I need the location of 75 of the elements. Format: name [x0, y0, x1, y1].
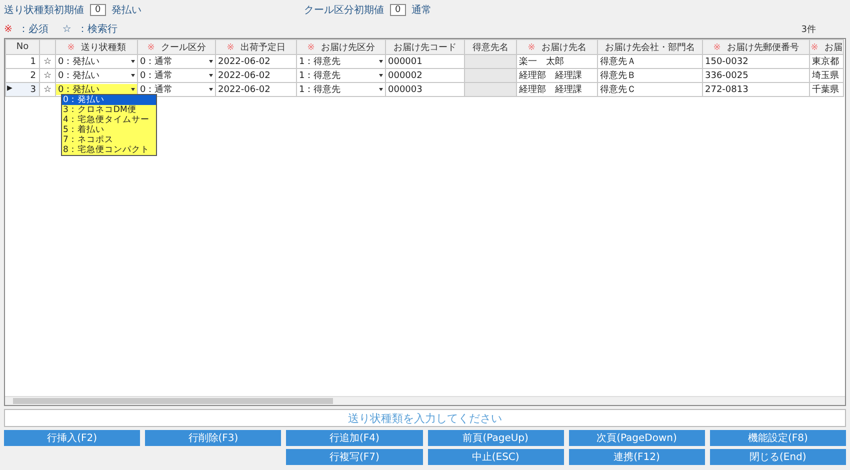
- required-mark: ※: [226, 42, 234, 52]
- dropdown-field[interactable]: 1：得意先: [297, 70, 385, 81]
- table-cell: 2022-06-02: [216, 54, 296, 68]
- dropdown-option[interactable]: 8：宅急便コンパクト: [62, 145, 156, 155]
- required-mark: ※: [713, 42, 721, 52]
- table-cell: 000001: [386, 54, 464, 68]
- legend-mark: ☆: [62, 24, 72, 35]
- dropdown-field[interactable]: 0：通常: [138, 84, 215, 95]
- table-cell: 経理部 経理課: [516, 68, 598, 82]
- table-cell: 000002: [386, 68, 464, 82]
- dropdown-arrow-icon: [379, 60, 383, 63]
- dropdown-option[interactable]: 5：着払い: [62, 125, 156, 135]
- column-header: お届: [824, 42, 842, 52]
- dropdown-field[interactable]: 0：通常: [138, 70, 215, 81]
- required-mark: ※: [307, 42, 315, 52]
- dropdown-field[interactable]: 0：発払い: [56, 84, 137, 95]
- required-mark: ※: [810, 42, 818, 52]
- dropdown-arrow-icon: [379, 88, 383, 91]
- dropdown-option[interactable]: 0：発払い: [62, 95, 156, 105]
- column-header: お届け先区分: [320, 42, 375, 52]
- dropdown-arrow-icon: [209, 74, 213, 77]
- legend-text: ：必須: [18, 24, 48, 35]
- table-cell: 楽一 太郎: [516, 54, 598, 68]
- table-cell: 2022-06-02: [216, 82, 296, 96]
- dropdown-field[interactable]: 0：発払い: [56, 56, 137, 67]
- dropdown-arrow-icon: [209, 60, 213, 63]
- dropdown-field[interactable]: 1：得意先: [297, 84, 385, 95]
- column-header: 送り状種類: [80, 42, 126, 52]
- setting-value: 発払い: [112, 4, 142, 17]
- horizontal-scrollbar[interactable]: [5, 396, 845, 405]
- table-cell: 埼玉県: [810, 68, 844, 82]
- table-cell: 336-0025: [702, 68, 810, 82]
- column-header: お届け先名: [541, 42, 586, 52]
- record-count: 3件: [801, 24, 816, 36]
- table-cell: 千葉県: [810, 82, 844, 96]
- required-mark: ※: [528, 42, 536, 52]
- row-number: 2: [6, 68, 40, 82]
- dropdown-arrow-icon: [131, 88, 135, 91]
- column-header: お届け先郵便番号: [726, 42, 799, 52]
- dropdown-option[interactable]: 4：宅急便タイムサー: [62, 115, 156, 125]
- table-cell: 150-0032: [702, 54, 810, 68]
- table-cell: 得意先Ｃ: [598, 82, 702, 96]
- setting-value: 通常: [412, 4, 432, 17]
- column-header: No: [16, 42, 29, 52]
- dropdown-field[interactable]: 0：通常: [138, 56, 215, 67]
- dropdown-arrow-icon: [379, 74, 383, 77]
- dropdown-arrow-icon: [209, 88, 213, 91]
- required-mark: ※: [67, 42, 75, 52]
- dropdown-field[interactable]: 0：発払い: [56, 70, 137, 81]
- legend-text: ：検索行: [77, 24, 118, 35]
- table-cell: 272-0813: [702, 82, 810, 96]
- dropdown-option[interactable]: 7：ネコポス: [62, 135, 156, 145]
- table-cell: 経理部 経理課: [516, 82, 598, 96]
- legend-mark: ※: [4, 24, 12, 35]
- required-mark: ※: [147, 42, 155, 52]
- setting-label: クール区分初期値: [304, 4, 384, 17]
- row-number: 1: [6, 54, 40, 68]
- table-cell: 東京都: [810, 54, 844, 68]
- column-header: お届け先コード: [394, 42, 456, 52]
- setting-field[interactable]: 0: [90, 4, 106, 16]
- table-cell: 得意先Ａ: [598, 54, 702, 68]
- column-header: 得意先名: [472, 42, 508, 52]
- table-cell: 得意先Ｂ: [598, 68, 702, 82]
- column-header: 出荷予定日: [240, 42, 286, 52]
- column-header: お届け先会社・部門名: [605, 42, 695, 52]
- dropdown-field[interactable]: 1：得意先: [297, 56, 385, 67]
- column-header: クール区分: [160, 42, 206, 52]
- dropdown-arrow-icon: [131, 74, 135, 77]
- dropdown-option[interactable]: 3：クロネコDM便: [62, 105, 156, 115]
- dropdown-arrow-icon: [131, 60, 135, 63]
- setting-label: 送り状種類初期値: [4, 4, 84, 17]
- status-message: 送り状種類を入力してください: [4, 409, 846, 427]
- table-cell: 2022-06-02: [216, 68, 296, 82]
- table-cell: 000003: [386, 82, 464, 96]
- setting-field[interactable]: 0: [390, 4, 406, 16]
